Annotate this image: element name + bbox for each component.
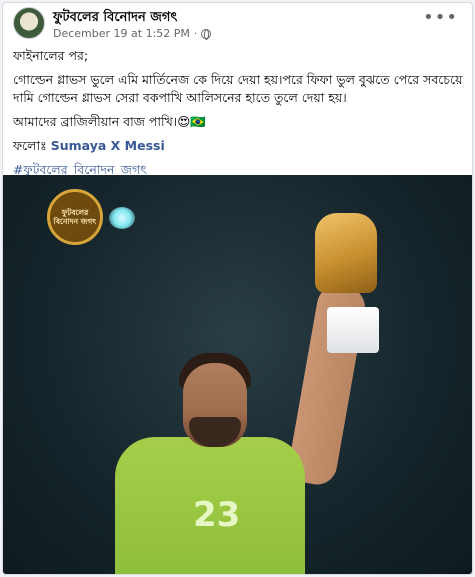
page-name[interactable]: ফুটবলের বিনোদন জগৎ (53, 8, 177, 29)
post-timestamp[interactable]: December 19 at 1:52 PM (53, 27, 190, 40)
post-card: ফুটবলের বিনোদন জগৎ December 19 at 1:52 P… (2, 2, 473, 575)
more-options-icon[interactable]: ••• (423, 9, 458, 27)
post-line-intro: ফাইনালের পর; (13, 48, 89, 63)
light-glow (109, 207, 135, 229)
follow-label: ফলোঃ (13, 138, 47, 153)
follow-profile-link[interactable]: Sumaya X Messi (51, 138, 165, 153)
meta-separator: · (193, 27, 198, 40)
page-avatar[interactable] (13, 7, 45, 39)
post-line-main: গোল্ডেন গ্লাভস ভুলে এমি মার্তিনেজ কে দিয… (13, 72, 463, 105)
watermark-text: ফুটবলের বিনোদন জগৎ (53, 208, 97, 226)
post-text: ফাইনালের পর; গোল্ডেন গ্লাভস ভুলে এমি মার… (13, 47, 468, 185)
post-meta: December 19 at 1:52 PM · (53, 27, 212, 40)
watermark-logo: ফুটবলের বিনোদন জগৎ (47, 189, 103, 245)
post-line-brazil: আমাদের ব্রাজিলীয়ান বাজ পাখি।😍🇧🇷 (13, 114, 206, 129)
golden-glove-trophy (315, 213, 377, 293)
follow-line: ফলোঃ Sumaya X Messi (13, 137, 468, 155)
jersey-number: 23 (193, 495, 241, 535)
globe-icon (201, 28, 212, 40)
post-header: ফুটবলের বিনোদন জগৎ December 19 at 1:52 P… (3, 3, 472, 45)
trophy-base (327, 307, 379, 353)
post-photo[interactable]: ফুটবলের বিনোদন জগৎ 23 (3, 175, 472, 574)
